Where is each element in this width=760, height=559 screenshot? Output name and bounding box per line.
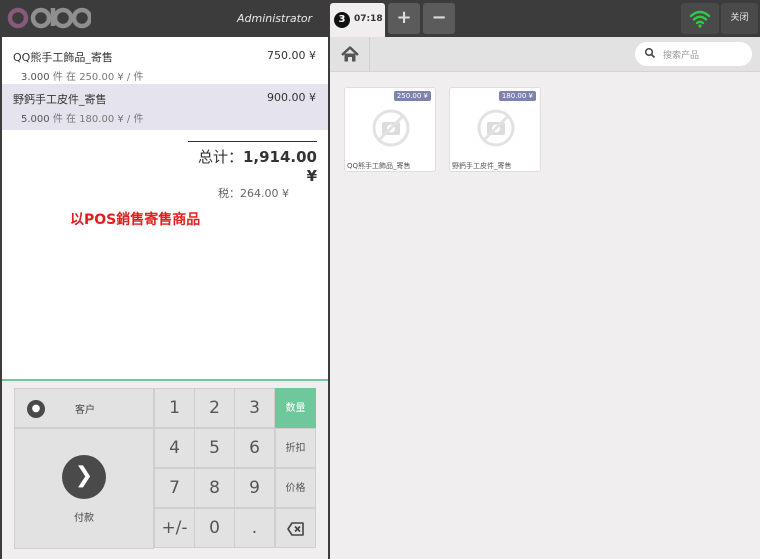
order-line-qty: 5.000 bbox=[21, 114, 50, 125]
product-price-badge: 180.00 ¥ bbox=[498, 91, 536, 101]
order-line-price: 750.00 ¥ bbox=[267, 49, 316, 62]
connection-status[interactable] bbox=[681, 3, 719, 34]
order-line-unit-price: 在 250.00 ¥ / 件 bbox=[66, 72, 144, 83]
chevron-right-icon: ❯ bbox=[62, 455, 106, 499]
product-card[interactable]: 250.00 ¥ QQ熊手工飾品_寄售 bbox=[344, 87, 436, 172]
numpad-key-8[interactable]: 8 bbox=[194, 468, 235, 508]
tax-label: 税： bbox=[218, 187, 241, 200]
cashier-name[interactable]: Administrator bbox=[237, 12, 312, 25]
order-summary: 总计：1,914.00 ¥ 税：264.00 ¥ bbox=[188, 141, 317, 201]
numpad-key-0[interactable]: 0 bbox=[194, 508, 235, 548]
tax-value: 264.00 ¥ bbox=[240, 187, 289, 200]
search-placeholder: 搜索产品 bbox=[663, 51, 700, 61]
numpad-area: ● 客户 ❯ 付款 1 2 3 数量 4 5 6 折扣 7 8 9 价格 +/-… bbox=[2, 379, 328, 559]
total-value: 1,914.00 ¥ bbox=[242, 148, 317, 185]
mode-price-button[interactable]: 价格 bbox=[275, 468, 316, 508]
numpad-key-1[interactable]: 1 bbox=[154, 388, 195, 428]
order-number-badge: 3 bbox=[334, 12, 350, 28]
total-label: 总计： bbox=[197, 148, 243, 166]
order-time: 07:18 bbox=[354, 14, 383, 24]
backspace-icon bbox=[286, 522, 304, 536]
home-category-button[interactable] bbox=[330, 37, 370, 72]
backspace-button[interactable] bbox=[275, 508, 316, 548]
customer-label: 客户 bbox=[75, 405, 95, 416]
order-tab-active[interactable]: 3 07:18 bbox=[330, 3, 385, 37]
order-line-qty: 3.000 bbox=[21, 72, 50, 83]
order-tax: 税：264.00 ¥ bbox=[188, 185, 289, 201]
mode-discount-button[interactable]: 折扣 bbox=[275, 428, 316, 468]
payment-button[interactable]: ❯ 付款 bbox=[14, 428, 154, 549]
numpad-key-sign[interactable]: +/- bbox=[154, 508, 195, 548]
user-icon: ● bbox=[27, 400, 45, 418]
products-header: 搜索产品 bbox=[330, 37, 760, 72]
mode-quantity-button[interactable]: 数量 bbox=[275, 388, 316, 428]
no-image-icon bbox=[477, 109, 515, 147]
close-pos-button[interactable]: 关闭 bbox=[721, 3, 758, 34]
home-icon bbox=[341, 46, 359, 62]
order-line-unit-price: 在 180.00 ¥ / 件 bbox=[66, 114, 144, 125]
order-line-info: 5.000 件 在 180.00 ¥ / 件 bbox=[13, 110, 316, 125]
numpad-key-7[interactable]: 7 bbox=[154, 468, 195, 508]
product-name: 野鈣手工皮件_寄售 bbox=[452, 162, 512, 170]
numpad-key-6[interactable]: 6 bbox=[234, 428, 275, 468]
annotation-text: 以POS銷售寄售商品 bbox=[70, 212, 201, 228]
numpad-key-3[interactable]: 3 bbox=[234, 388, 275, 428]
order-line[interactable]: QQ熊手工飾品_寄售 750.00 ¥ 3.000 件 在 250.00 ¥ /… bbox=[2, 42, 328, 88]
product-price-badge: 250.00 ¥ bbox=[393, 91, 431, 101]
order-lines: QQ熊手工飾品_寄售 750.00 ¥ 3.000 件 在 250.00 ¥ /… bbox=[2, 37, 328, 379]
numpad-key-9[interactable]: 9 bbox=[234, 468, 275, 508]
remove-order-button[interactable]: − bbox=[423, 3, 455, 34]
payment-label: 付款 bbox=[74, 513, 94, 524]
order-line-unit: 件 bbox=[52, 114, 63, 125]
odoo-logo bbox=[7, 7, 91, 29]
order-pane: QQ熊手工飾品_寄售 750.00 ¥ 3.000 件 在 250.00 ¥ /… bbox=[0, 37, 330, 559]
add-order-button[interactable]: + bbox=[388, 3, 420, 34]
search-input[interactable]: 搜索产品 bbox=[635, 42, 752, 66]
no-image-icon bbox=[372, 109, 410, 147]
numpad-key-dot[interactable]: . bbox=[234, 508, 275, 548]
pos-topbar: Administrator 3 07:18 + − 关闭 bbox=[0, 0, 760, 37]
order-line-selected[interactable]: 野鈣手工皮件_寄售 900.00 ¥ 5.000 件 在 180.00 ¥ / … bbox=[2, 84, 328, 130]
wifi-icon bbox=[689, 10, 711, 28]
order-line-unit: 件 bbox=[52, 72, 63, 83]
product-card[interactable]: 180.00 ¥ 野鈣手工皮件_寄售 bbox=[449, 87, 541, 172]
order-total: 总计：1,914.00 ¥ bbox=[188, 146, 317, 185]
numpad-key-4[interactable]: 4 bbox=[154, 428, 195, 468]
product-name: QQ熊手工飾品_寄售 bbox=[347, 162, 411, 170]
numpad-key-2[interactable]: 2 bbox=[194, 388, 235, 428]
order-line-info: 3.000 件 在 250.00 ¥ / 件 bbox=[13, 68, 316, 83]
search-icon bbox=[644, 47, 656, 59]
products-pane: 搜索产品 250.00 ¥ QQ熊手工飾品_寄售 180.00 ¥ 野鈣手工皮件… bbox=[330, 37, 760, 559]
order-line-price: 900.00 ¥ bbox=[267, 91, 316, 104]
numpad-key-5[interactable]: 5 bbox=[194, 428, 235, 468]
customer-button[interactable]: ● 客户 bbox=[14, 388, 154, 428]
